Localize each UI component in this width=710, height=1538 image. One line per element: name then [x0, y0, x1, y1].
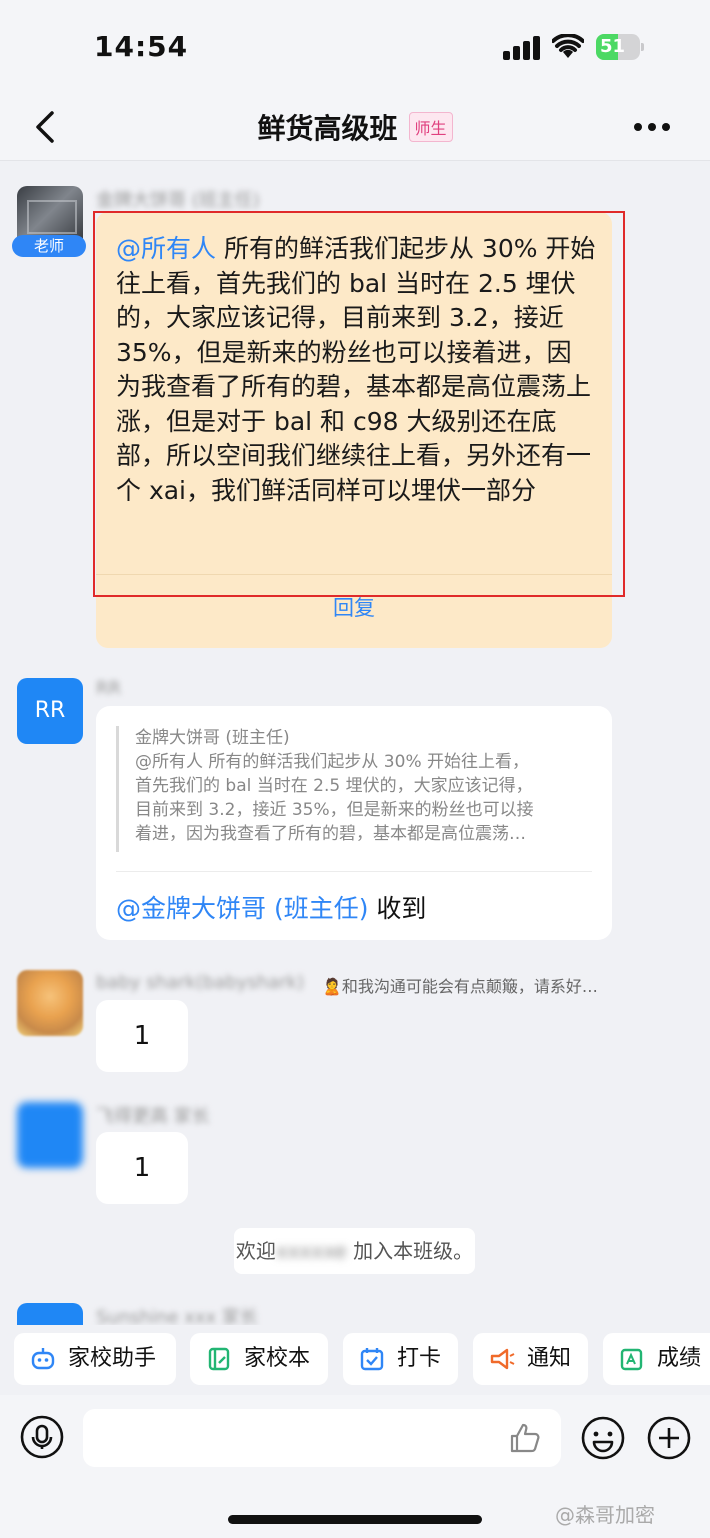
- message-input-bar: @森哥加密: [0, 1395, 710, 1538]
- emoji-button[interactable]: [580, 1415, 626, 1461]
- quick-action-label: 家校本: [244, 1346, 311, 1371]
- baby-shark-avatar[interactable]: [17, 970, 83, 1036]
- member-sender-name: 飞得更高 家长: [96, 1106, 210, 1127]
- megaphone-icon: [490, 1348, 515, 1370]
- quoted-line: 目前来到 3.2，接近 35%，但是新来的粉丝也可以接: [135, 800, 534, 820]
- teacher-role-tag: 老师: [12, 235, 86, 257]
- rr-sender-name: RR: [96, 678, 122, 699]
- quick-action-label: 成绩: [657, 1346, 702, 1371]
- home-indicator: [228, 1515, 482, 1524]
- reply-body: 收到: [368, 894, 427, 923]
- quick-action-bar: 家校助手 家校本 打卡 通知 成绩: [0, 1325, 710, 1395]
- quick-action-grades[interactable]: 成绩: [603, 1333, 710, 1385]
- quick-action-label: 打卡: [397, 1346, 442, 1371]
- message-bubble[interactable]: 1: [96, 1132, 188, 1204]
- cellular-signal-icon: [503, 36, 543, 60]
- reply-button[interactable]: 回复: [96, 592, 612, 632]
- reply-text: @金牌大饼哥 (班主任) 收到: [116, 889, 426, 925]
- quoted-line: 首先我们的 bal 当时在 2.5 埋伏的，大家应该记得，: [135, 776, 533, 796]
- quick-action-assistant[interactable]: 家校助手: [14, 1333, 176, 1385]
- watermark: @森哥加密: [555, 1503, 655, 1527]
- highlight-box: [93, 211, 625, 597]
- battery-icon: 51: [596, 34, 644, 60]
- quick-action-label: 通知: [527, 1346, 572, 1371]
- calendar-check-icon: [360, 1348, 384, 1371]
- group-type-badge: 师生: [408, 112, 453, 142]
- status-time: 14:54: [94, 30, 189, 63]
- more-options-button[interactable]: [630, 115, 674, 139]
- notebook-icon: [208, 1347, 230, 1371]
- thumbs-up-icon[interactable]: [508, 1421, 542, 1455]
- quick-action-label: 家校助手: [68, 1346, 157, 1371]
- quote-divider: [116, 871, 592, 872]
- chat-message-list[interactable]: 老师 金牌大饼哥 (班主任) @所有人 所有的鲜活我们起步从 30% 开始往上看…: [0, 162, 710, 1325]
- rr-avatar[interactable]: RR: [17, 678, 83, 744]
- mention-teacher-link[interactable]: @金牌大饼哥 (班主任): [116, 894, 368, 923]
- notice-blurred-name: xxxxxe: [275, 1239, 347, 1263]
- page-title: 鲜货高级班: [257, 112, 398, 145]
- notice-prefix: 欢迎: [235, 1239, 276, 1263]
- navigation-bar: 鲜货高级班 师生: [0, 95, 710, 161]
- system-join-notice: 欢迎xxxxxe 加入本班级。: [234, 1228, 475, 1274]
- quick-action-notice[interactable]: 通知: [473, 1333, 588, 1385]
- title-wrap: 鲜货高级班 师生: [0, 107, 710, 147]
- quick-action-notebook[interactable]: 家校本: [190, 1333, 328, 1385]
- baby-shark-sender-name: baby shark(babyshark): [96, 972, 305, 993]
- member-avatar[interactable]: [17, 1303, 83, 1325]
- member-avatar[interactable]: [17, 1102, 83, 1168]
- grade-icon: [620, 1348, 643, 1371]
- teacher-sender-name: 金牌大饼哥 (班主任): [96, 190, 260, 211]
- voice-input-button[interactable]: [20, 1415, 64, 1459]
- status-bar: 14:54 51: [0, 0, 710, 95]
- battery-level: 51: [600, 36, 626, 57]
- rr-reply-bubble[interactable]: 金牌大饼哥 (班主任) @所有人 所有的鲜活我们起步从 30% 开始往上看， 首…: [96, 706, 612, 940]
- quoted-message[interactable]: 金牌大饼哥 (班主任) @所有人 所有的鲜活我们起步从 30% 开始往上看， 首…: [116, 726, 596, 852]
- message-text-input[interactable]: [83, 1409, 561, 1467]
- wifi-icon: [552, 34, 584, 58]
- quoted-line: @所有人 所有的鲜活我们起步从 30% 开始往上看，: [135, 752, 529, 772]
- quoted-line: 着进，因为我查看了所有的碧，基本都是高位震荡…: [135, 824, 526, 844]
- quick-action-checkin[interactable]: 打卡: [343, 1333, 458, 1385]
- robot-icon: [31, 1348, 55, 1370]
- member-sender-name: Sunshine xxx 家长: [96, 1307, 258, 1325]
- message-bubble[interactable]: 1: [96, 1000, 188, 1072]
- notice-suffix: 加入本班级。: [346, 1239, 474, 1263]
- sender-status-tagline: 🙎和我沟通可能会有点颠簸，请系好…: [322, 977, 598, 996]
- add-attachment-button[interactable]: [646, 1415, 692, 1461]
- quoted-author: 金牌大饼哥 (班主任): [135, 728, 290, 748]
